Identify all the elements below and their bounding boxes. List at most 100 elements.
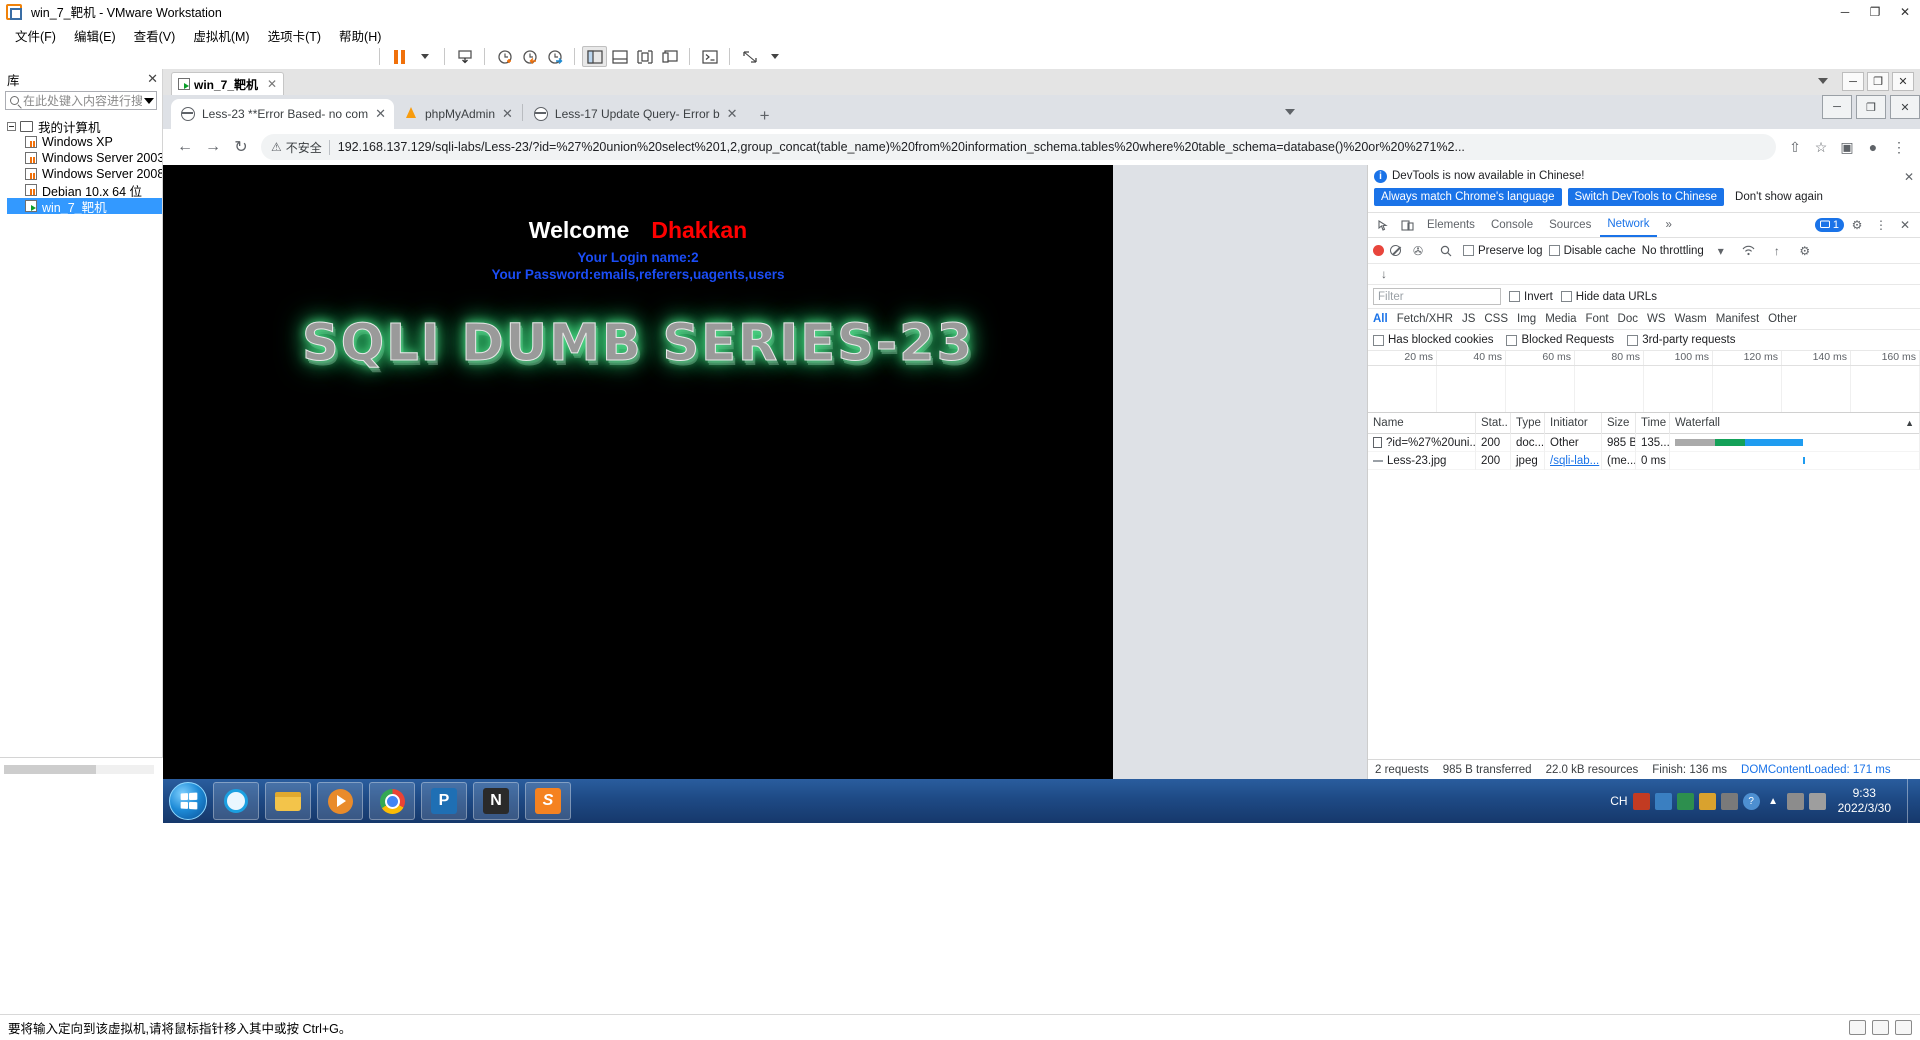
browser-tab-phpmyadmin[interactable]: phpMyAdmin ✕ bbox=[394, 99, 521, 129]
checkbox[interactable] bbox=[1463, 245, 1474, 256]
tray-icon-2[interactable] bbox=[1654, 792, 1672, 810]
show-library-icon[interactable] bbox=[582, 46, 607, 67]
tab-search-chevron-icon[interactable] bbox=[1284, 109, 1295, 115]
library-close-icon[interactable]: ✕ bbox=[147, 71, 158, 87]
always-match-language-button[interactable]: Always match Chrome's language bbox=[1374, 188, 1562, 206]
column-header-status[interactable]: Stat.. bbox=[1476, 413, 1511, 434]
devtools-close-icon[interactable]: ✕ bbox=[1894, 214, 1916, 236]
banner-close-icon[interactable]: ✕ bbox=[1904, 170, 1914, 184]
cell-initiator[interactable]: /sqli-lab... bbox=[1545, 451, 1602, 470]
dont-show-again-button[interactable]: Don't show again bbox=[1730, 188, 1828, 206]
tray-chevron-up-icon[interactable]: ▲ bbox=[1765, 793, 1782, 810]
table-row[interactable]: Less-23.jpg 200 jpeg /sqli-lab... (me...… bbox=[1368, 451, 1920, 470]
filter-media[interactable]: Media bbox=[1545, 313, 1576, 325]
initiator-link[interactable]: /sqli-lab... bbox=[1550, 455, 1599, 467]
network-timeline-overview[interactable]: 20 ms 40 ms 60 ms 80 ms 100 ms 120 ms 14… bbox=[1368, 351, 1920, 413]
chrome-maximize-button[interactable]: ❐ bbox=[1855, 95, 1886, 119]
sidebar-item-windows-server-2008[interactable]: Windows Server 2008 bbox=[7, 166, 162, 182]
column-header-name[interactable]: Name bbox=[1368, 413, 1476, 434]
sort-asc-icon[interactable]: ▲ bbox=[1905, 418, 1914, 428]
taskbar-item-media-player[interactable] bbox=[317, 782, 363, 820]
vm-tab-close-icon[interactable]: ✕ bbox=[267, 77, 277, 91]
more-tabs-icon[interactable]: » bbox=[1659, 213, 1679, 237]
power-dropdown-button[interactable] bbox=[412, 46, 437, 67]
column-header-size[interactable]: Size bbox=[1602, 413, 1636, 434]
bookmark-star-icon[interactable]: ☆ bbox=[1808, 134, 1834, 160]
has-blocked-cookies-checkbox[interactable]: Has blocked cookies bbox=[1373, 334, 1493, 346]
filter-font[interactable]: Font bbox=[1586, 313, 1609, 325]
library-search-input[interactable]: 在此处键入内容进行搜索 bbox=[23, 92, 142, 109]
switch-to-chinese-button[interactable]: Switch DevTools to Chinese bbox=[1567, 188, 1725, 206]
network-adapter-icon[interactable] bbox=[1872, 1020, 1889, 1035]
cell-name[interactable]: ?id=%27%20uni... bbox=[1368, 433, 1476, 452]
clear-button[interactable] bbox=[1390, 245, 1401, 256]
browser-tab-less-23[interactable]: Less-23 **Error Based- no com ✕ bbox=[171, 99, 394, 129]
tray-network-icon[interactable] bbox=[1786, 792, 1804, 810]
start-button[interactable] bbox=[169, 782, 207, 820]
import-har-icon[interactable]: ↑ bbox=[1766, 240, 1788, 262]
tab-console[interactable]: Console bbox=[1484, 213, 1540, 237]
share-icon[interactable]: ⇧ bbox=[1782, 134, 1808, 160]
unity-dropdown-button[interactable] bbox=[762, 46, 787, 67]
network-settings-gear-icon[interactable]: ⚙ bbox=[1794, 240, 1816, 262]
network-conditions-icon[interactable] bbox=[1738, 240, 1760, 262]
close-button[interactable]: ✕ bbox=[1890, 0, 1920, 24]
gear-icon[interactable]: ⚙ bbox=[1846, 214, 1868, 236]
unity-mode-icon[interactable] bbox=[737, 46, 762, 67]
show-thumbnails-icon[interactable] bbox=[632, 46, 657, 67]
checkbox[interactable] bbox=[1548, 245, 1560, 256]
disable-cache-checkbox[interactable]: Disable cache bbox=[1548, 245, 1636, 257]
forward-button[interactable]: → bbox=[199, 133, 227, 161]
side-panel-icon[interactable]: ▣ bbox=[1834, 134, 1860, 160]
guest-close-button[interactable]: ✕ bbox=[1892, 72, 1914, 91]
sidebar-item-windows-server-2003[interactable]: Windows Server 2003 bbox=[7, 150, 162, 166]
minimize-button[interactable]: ─ bbox=[1830, 0, 1860, 24]
filter-img[interactable]: Img bbox=[1517, 313, 1536, 325]
taskbar-item-navicat[interactable]: N bbox=[473, 782, 519, 820]
fullscreen-icon[interactable] bbox=[657, 46, 682, 67]
blocked-requests-checkbox[interactable]: Blocked Requests bbox=[1506, 334, 1614, 346]
show-desktop-button[interactable] bbox=[1907, 779, 1916, 823]
tray-icon-5[interactable] bbox=[1720, 792, 1738, 810]
filter-manifest[interactable]: Manifest bbox=[1716, 313, 1759, 325]
sidebar-item-debian-10[interactable]: Debian 10.x 64 位 bbox=[7, 182, 162, 198]
hard-disk-icon[interactable] bbox=[1849, 1020, 1866, 1035]
sidebar-item-win7-target[interactable]: win_7_靶机 bbox=[7, 198, 162, 214]
filter-wasm[interactable]: Wasm bbox=[1675, 313, 1707, 325]
search-icon[interactable] bbox=[1435, 240, 1457, 262]
record-button[interactable] bbox=[1373, 245, 1384, 256]
library-horizontal-scrollbar[interactable] bbox=[4, 765, 154, 774]
column-header-type[interactable]: Type bbox=[1511, 413, 1545, 434]
taskbar-item-google-chrome[interactable] bbox=[369, 782, 415, 820]
revert-snapshot-icon[interactable] bbox=[517, 46, 542, 67]
preserve-log-checkbox[interactable]: Preserve log bbox=[1463, 245, 1543, 257]
library-search-box[interactable]: 在此处键入内容进行搜索 bbox=[5, 91, 157, 110]
filter-css[interactable]: CSS bbox=[1484, 313, 1508, 325]
chrome-minimize-button[interactable]: ─ bbox=[1821, 95, 1852, 119]
url-text[interactable]: 192.168.137.129/sqli-labs/Less-23/?id=%2… bbox=[338, 140, 1465, 154]
taskbar-item-sublime-text[interactable]: S bbox=[525, 782, 571, 820]
throttling-select[interactable]: No throttling bbox=[1642, 245, 1704, 257]
browser-tab-less-17[interactable]: Less-17 Update Query- Error b ✕ bbox=[524, 99, 746, 129]
column-header-initiator[interactable]: Initiator bbox=[1545, 413, 1602, 434]
tray-icon-1[interactable] bbox=[1632, 792, 1650, 810]
manage-snapshots-icon[interactable] bbox=[452, 46, 477, 67]
filter-input[interactable]: Filter bbox=[1373, 288, 1501, 305]
snapshot-manager-icon[interactable] bbox=[542, 46, 567, 67]
take-snapshot-icon[interactable] bbox=[492, 46, 517, 67]
checkbox[interactable] bbox=[1373, 334, 1384, 346]
expander-icon[interactable] bbox=[7, 121, 16, 131]
checkbox[interactable] bbox=[1560, 291, 1572, 302]
column-header-waterfall[interactable]: Waterfall ▲ bbox=[1670, 413, 1920, 434]
back-button[interactable]: ← bbox=[171, 133, 199, 161]
filter-all[interactable]: All bbox=[1373, 313, 1388, 325]
taskbar-item-internet-explorer[interactable] bbox=[213, 782, 259, 820]
not-secure-label[interactable]: 不安全 bbox=[286, 139, 322, 156]
maximize-button[interactable]: ❐ bbox=[1860, 0, 1890, 24]
export-har-icon[interactable]: ↓ bbox=[1373, 263, 1395, 285]
tab-elements[interactable]: Elements bbox=[1420, 213, 1482, 237]
third-party-requests-checkbox[interactable]: 3rd-party requests bbox=[1627, 334, 1736, 346]
hide-data-urls-checkbox[interactable]: Hide data URLs bbox=[1560, 291, 1657, 303]
show-console-icon[interactable] bbox=[607, 46, 632, 67]
taskbar-item-phpstudy[interactable]: P bbox=[421, 782, 467, 820]
